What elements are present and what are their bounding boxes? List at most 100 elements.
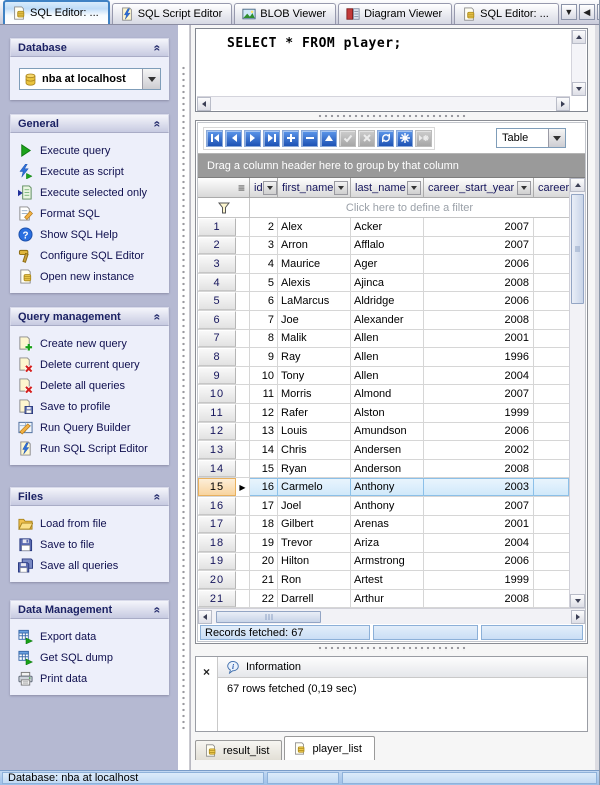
row-indicator[interactable] — [236, 218, 250, 236]
cell-id[interactable]: 6 — [250, 292, 278, 310]
row-indicator[interactable] — [236, 553, 250, 571]
grid-vertical-scrollbar[interactable] — [569, 178, 585, 608]
cell-first-name[interactable]: Ray — [278, 348, 351, 366]
row-number[interactable]: 15 — [198, 478, 236, 496]
cell-id[interactable]: 22 — [250, 590, 278, 608]
cell-career-overflow[interactable] — [534, 571, 569, 589]
row-number[interactable]: 11 — [198, 404, 236, 422]
cell-last-name[interactable]: Acker — [351, 218, 424, 236]
table-row[interactable]: 1617JoelAnthony2007 — [198, 497, 569, 516]
section-header-files[interactable]: Files « — [10, 487, 169, 506]
refresh-records-button[interactable] — [377, 130, 394, 147]
cell-career-start-year[interactable]: 2008 — [424, 311, 534, 329]
cell-last-name[interactable]: Alston — [351, 404, 424, 422]
cell-career-start-year[interactable]: 2003 — [424, 478, 534, 496]
cell-first-name[interactable]: Alex — [278, 218, 351, 236]
row-indicator[interactable] — [236, 423, 250, 441]
scrollbar-thumb[interactable] — [216, 611, 321, 623]
tab-scroll-left-icon[interactable]: ◀ — [579, 4, 595, 20]
edit-record-button[interactable] — [320, 130, 337, 147]
cell-id[interactable]: 10 — [250, 367, 278, 385]
editor-vertical-scrollbar[interactable] — [571, 30, 586, 96]
cell-career-overflow[interactable] — [534, 423, 569, 441]
insert-record-button[interactable] — [282, 130, 299, 147]
dropdown-arrow-icon[interactable] — [142, 69, 160, 89]
row-number[interactable]: 8 — [198, 348, 236, 366]
sidebar-item-run-query-builder[interactable]: Run Query Builder — [15, 417, 165, 438]
cell-id[interactable]: 3 — [250, 237, 278, 255]
cell-first-name[interactable]: Gilbert — [278, 516, 351, 534]
sidebar-item-load-from-file[interactable]: Load from file — [15, 513, 165, 534]
row-indicator[interactable] — [236, 497, 250, 515]
cell-career-start-year[interactable]: 1996 — [424, 348, 534, 366]
cell-last-name[interactable]: Andersen — [351, 441, 424, 459]
next-record-button[interactable] — [244, 130, 261, 147]
cell-career-overflow[interactable] — [534, 534, 569, 552]
table-row[interactable]: 1314ChrisAndersen2002 — [198, 441, 569, 460]
cell-id[interactable]: 9 — [250, 348, 278, 366]
row-number[interactable]: 12 — [198, 423, 236, 441]
cell-last-name[interactable]: Anderson — [351, 460, 424, 478]
table-row[interactable]: 1112RaferAlston1999 — [198, 404, 569, 423]
cell-first-name[interactable]: Malik — [278, 330, 351, 348]
table-row[interactable]: 1819TrevorAriza2004 — [198, 534, 569, 553]
cell-last-name[interactable]: Allen — [351, 348, 424, 366]
cell-id[interactable]: 2 — [250, 218, 278, 236]
row-number[interactable]: 17 — [198, 516, 236, 534]
cell-first-name[interactable]: Arron — [278, 237, 351, 255]
cell-career-start-year[interactable]: 2001 — [424, 516, 534, 534]
sidebar-item-execute-as-script[interactable]: Execute as script — [15, 161, 165, 182]
tab-result-list[interactable]: result_list — [195, 740, 282, 760]
row-number[interactable]: 21 — [198, 590, 236, 608]
cell-career-start-year[interactable]: 2006 — [424, 255, 534, 273]
cell-career-overflow[interactable] — [534, 330, 569, 348]
cell-first-name[interactable]: Joe — [278, 311, 351, 329]
table-row[interactable]: 1213LouisAmundson2006 — [198, 423, 569, 442]
cell-last-name[interactable]: Amundson — [351, 423, 424, 441]
row-number[interactable]: 20 — [198, 571, 236, 589]
cell-career-overflow[interactable] — [534, 274, 569, 292]
sidebar-item-show-sql-help[interactable]: Show SQL Help — [15, 224, 165, 245]
scroll-right-icon[interactable] — [571, 610, 585, 624]
dropdown-arrow-icon[interactable] — [548, 129, 565, 147]
cell-id[interactable]: 19 — [250, 534, 278, 552]
table-row[interactable]: 14 15RyanAnderson2008 — [198, 460, 569, 479]
cell-career-overflow[interactable] — [534, 348, 569, 366]
table-row[interactable]: 56LaMarcusAldridge2006 — [198, 292, 569, 311]
cell-first-name[interactable]: Maurice — [278, 255, 351, 273]
cell-career-overflow[interactable] — [534, 478, 569, 496]
cell-career-start-year[interactable]: 2008 — [424, 460, 534, 478]
row-number[interactable]: 9 — [198, 367, 236, 385]
filter-hint[interactable]: Click here to define a filter — [250, 198, 569, 217]
cell-career-start-year[interactable]: 2007 — [424, 385, 534, 403]
cell-career-start-year[interactable]: 2007 — [424, 218, 534, 236]
row-number[interactable]: 14 — [198, 460, 236, 478]
row-indicator[interactable] — [236, 237, 250, 255]
cell-career-overflow[interactable] — [534, 218, 569, 236]
scroll-down-icon[interactable] — [570, 594, 585, 608]
cell-career-overflow[interactable] — [534, 311, 569, 329]
cell-last-name[interactable]: Allen — [351, 367, 424, 385]
filter-row[interactable]: Click here to define a filter — [198, 198, 569, 218]
row-indicator[interactable] — [236, 330, 250, 348]
row-indicator[interactable] — [236, 516, 250, 534]
cell-career-start-year[interactable]: 2008 — [424, 274, 534, 292]
scroll-left-icon[interactable] — [197, 97, 211, 111]
close-info-icon[interactable]: × — [199, 664, 214, 679]
database-select[interactable]: nba at localhost — [19, 68, 161, 90]
cell-first-name[interactable]: Morris — [278, 385, 351, 403]
row-indicator[interactable] — [236, 571, 250, 589]
scroll-up-icon[interactable] — [572, 30, 586, 44]
row-indicator[interactable] — [236, 274, 250, 292]
cell-id[interactable]: 15 — [250, 460, 278, 478]
cell-first-name[interactable]: Louis — [278, 423, 351, 441]
cell-last-name[interactable]: Ager — [351, 255, 424, 273]
scroll-up-icon[interactable] — [570, 178, 585, 192]
cell-last-name[interactable]: Ajinca — [351, 274, 424, 292]
sidebar-item-delete-all-queries[interactable]: Delete all queries — [15, 375, 165, 396]
cell-id[interactable]: 16 — [250, 478, 278, 496]
row-indicator[interactable] — [236, 292, 250, 310]
row-indicator[interactable] — [236, 311, 250, 329]
cell-last-name[interactable]: Afflalo — [351, 237, 424, 255]
cell-first-name[interactable]: Ryan — [278, 460, 351, 478]
